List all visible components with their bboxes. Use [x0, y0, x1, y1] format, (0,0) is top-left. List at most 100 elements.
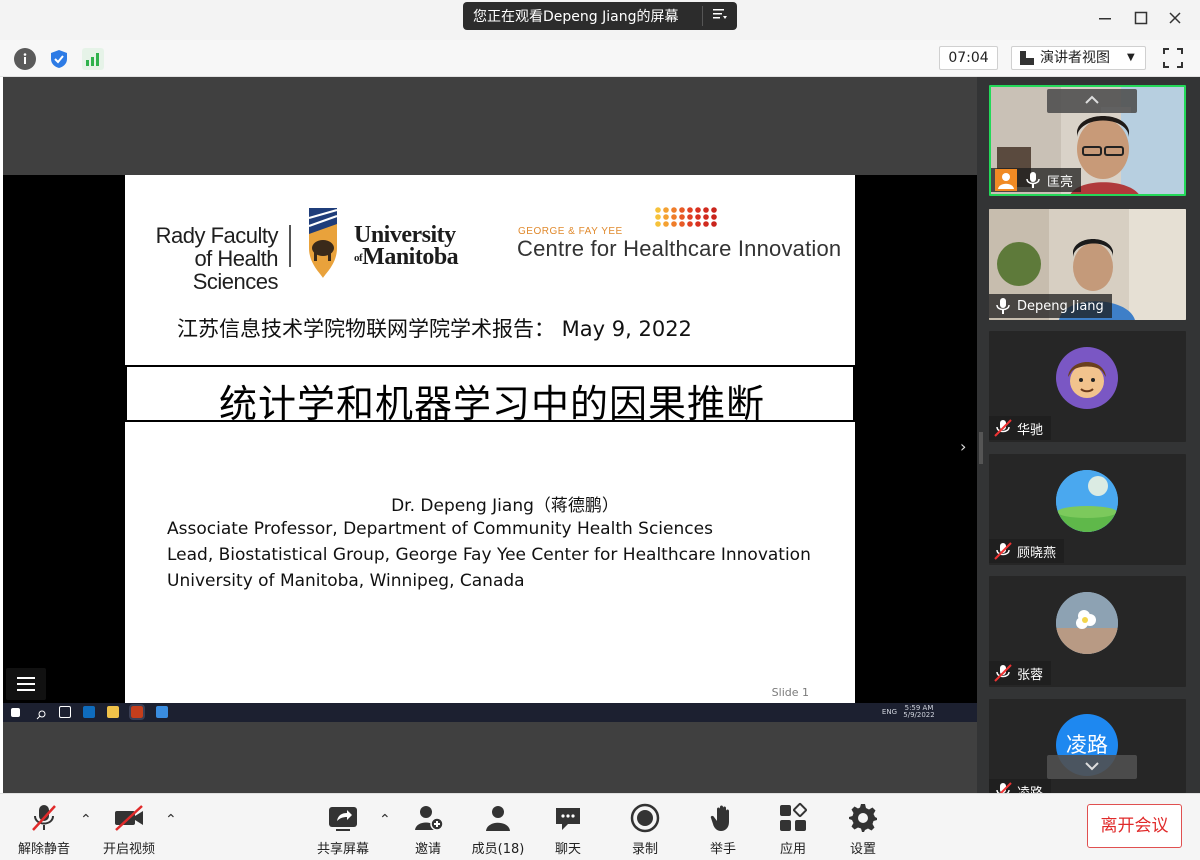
signal-strength-icon[interactable]: [82, 48, 104, 70]
hand-icon: [707, 802, 739, 834]
logo-dot: [687, 214, 693, 220]
apps-label: 应用: [779, 842, 806, 857]
unmute-button[interactable]: 解除静音: [12, 802, 76, 857]
file-explorer-icon: [107, 706, 119, 718]
logo-dot: [695, 214, 701, 220]
maximize-button[interactable]: [1128, 8, 1154, 32]
leave-meeting-button[interactable]: 离开会议: [1087, 804, 1182, 848]
university-of-manitoba-logo-text: University ofManitoba: [354, 222, 459, 269]
share-menu-button[interactable]: [6, 668, 46, 700]
audio-options-chevron-icon[interactable]: ⌃: [80, 812, 92, 828]
settings-button[interactable]: 设置: [831, 802, 895, 857]
report-line: 江苏信息技术学院物联网学院学术报告： May 9, 2022: [177, 317, 692, 341]
logo-dot: [679, 207, 685, 213]
chat-label: 聊天: [554, 842, 581, 857]
chat-button[interactable]: 聊天: [536, 802, 600, 857]
record-label: 录制: [631, 842, 658, 857]
slide-author: Dr. Depeng Jiang（蒋德鹏）: [391, 496, 619, 516]
invite-button[interactable]: 邀请: [396, 802, 460, 857]
logo-dot: [671, 214, 677, 220]
participant-tile[interactable]: 张蓉: [989, 576, 1186, 687]
logo-dot: [663, 207, 669, 213]
invite-label: 邀请: [414, 842, 441, 857]
slide-number: Slide 1: [771, 686, 809, 699]
scroll-down-button[interactable]: [1047, 755, 1137, 779]
task-view-icon: [59, 706, 71, 718]
presentation-slide: Rady Faculty of Health Sciences Universi…: [125, 175, 855, 703]
participant-name-bar: 华驰: [989, 416, 1052, 440]
speaker-view-icon: [1020, 51, 1034, 65]
video-options-chevron-icon[interactable]: ⌃: [165, 812, 177, 828]
logo-dot: [679, 214, 685, 220]
minimize-button[interactable]: [1092, 8, 1118, 32]
app-icon: [156, 706, 168, 718]
participant-tile[interactable]: 华驰: [989, 331, 1186, 442]
logo-dot: [655, 214, 661, 220]
tray-lang: ENG: [881, 708, 897, 716]
participant-name: 顾晓燕: [1017, 545, 1057, 561]
participant-name: 张蓉: [1017, 667, 1044, 683]
logo-dot: [663, 214, 669, 220]
raise-hand-button[interactable]: 举手: [691, 802, 755, 857]
participant-name-bar: Depeng Jiang: [989, 294, 1112, 318]
view-options-icon[interactable]: [703, 7, 737, 25]
logo-divider: [289, 225, 291, 267]
participant-name-bar: 匡亮: [991, 168, 1082, 192]
logo-dot: [671, 207, 677, 213]
participant-name: 华驰: [1017, 422, 1044, 438]
share-screen-button[interactable]: 共享屏幕: [311, 802, 375, 857]
viewing-banner-text: 您正在观看Depeng Jiang的屏幕: [473, 9, 679, 25]
tray-date: 5/9/2022: [903, 711, 935, 719]
meeting-controls: 解除静音 ⌃ 开启视频 ⌃ 共享屏幕 ⌃ 邀请 成员(18) 聊天 录制 举手 …: [0, 793, 1200, 860]
logo-university-word: University: [354, 222, 456, 248]
microphone-muted-icon: [993, 542, 1013, 560]
participant-name: 凌路: [1017, 785, 1044, 794]
start-video-button[interactable]: 开启视频: [97, 802, 161, 857]
logo-dot: [663, 221, 669, 227]
chevron-down-icon: ▼: [1127, 52, 1135, 63]
logo-dot: [695, 221, 701, 227]
outlook-icon: [83, 706, 95, 718]
scroll-up-button[interactable]: [1047, 89, 1137, 113]
add-user-icon: [412, 802, 444, 834]
logo-dot: [687, 221, 693, 227]
title-bar: 您正在观看Depeng Jiang的屏幕: [0, 0, 1200, 40]
manitoba-shield-logo: [308, 208, 338, 278]
meeting-timer: 07:04: [939, 46, 998, 70]
participant-name: Depeng Jiang: [1017, 298, 1104, 314]
chevron-right-icon[interactable]: ›: [960, 437, 972, 459]
logo-dot: [711, 214, 717, 220]
unmute-label: 解除静音: [17, 842, 70, 857]
share-screen-icon: [327, 802, 359, 834]
view-mode-dropdown[interactable]: 演讲者视图 ▼: [1011, 46, 1146, 70]
participants-button[interactable]: 成员(18): [466, 802, 530, 857]
microphone-icon: [993, 297, 1013, 315]
video-off-icon: [113, 802, 145, 834]
security-shield-icon[interactable]: [48, 48, 70, 70]
panel-resize-handle[interactable]: [979, 432, 983, 464]
share-screen-label: 共享屏幕: [316, 842, 369, 857]
info-icon[interactable]: [14, 48, 36, 70]
record-button[interactable]: 录制: [613, 802, 677, 857]
remote-taskbar: ENG 5:59 AM 5/9/2022: [3, 703, 977, 722]
rady-logo-text: Rady Faculty of Health Sciences: [155, 223, 279, 294]
logo-dot: [671, 221, 677, 227]
host-icon: [995, 169, 1017, 191]
participant-name: 匡亮: [1047, 174, 1074, 190]
close-button[interactable]: [1162, 8, 1188, 32]
share-options-chevron-icon[interactable]: ⌃: [379, 812, 391, 828]
logo-dot: [695, 207, 701, 213]
participant-tile[interactable]: 顾晓燕: [989, 454, 1186, 565]
slide-title-box: 统计学和机器学习中的因果推断: [125, 365, 855, 426]
logo-dot: [655, 221, 661, 227]
participant-avatar: [1056, 470, 1118, 532]
apps-button[interactable]: 应用: [761, 802, 825, 857]
logo-dot: [711, 221, 717, 227]
cgfy-dots-logo: [655, 207, 717, 227]
affiliation-line-1: Associate Professor, Department of Commu…: [167, 519, 713, 539]
viewing-banner[interactable]: 您正在观看Depeng Jiang的屏幕: [463, 2, 737, 30]
logo-dot: [655, 207, 661, 213]
gear-icon: [847, 802, 879, 834]
participant-tile[interactable]: Depeng Jiang: [989, 209, 1186, 320]
fullscreen-icon[interactable]: [1161, 46, 1185, 70]
